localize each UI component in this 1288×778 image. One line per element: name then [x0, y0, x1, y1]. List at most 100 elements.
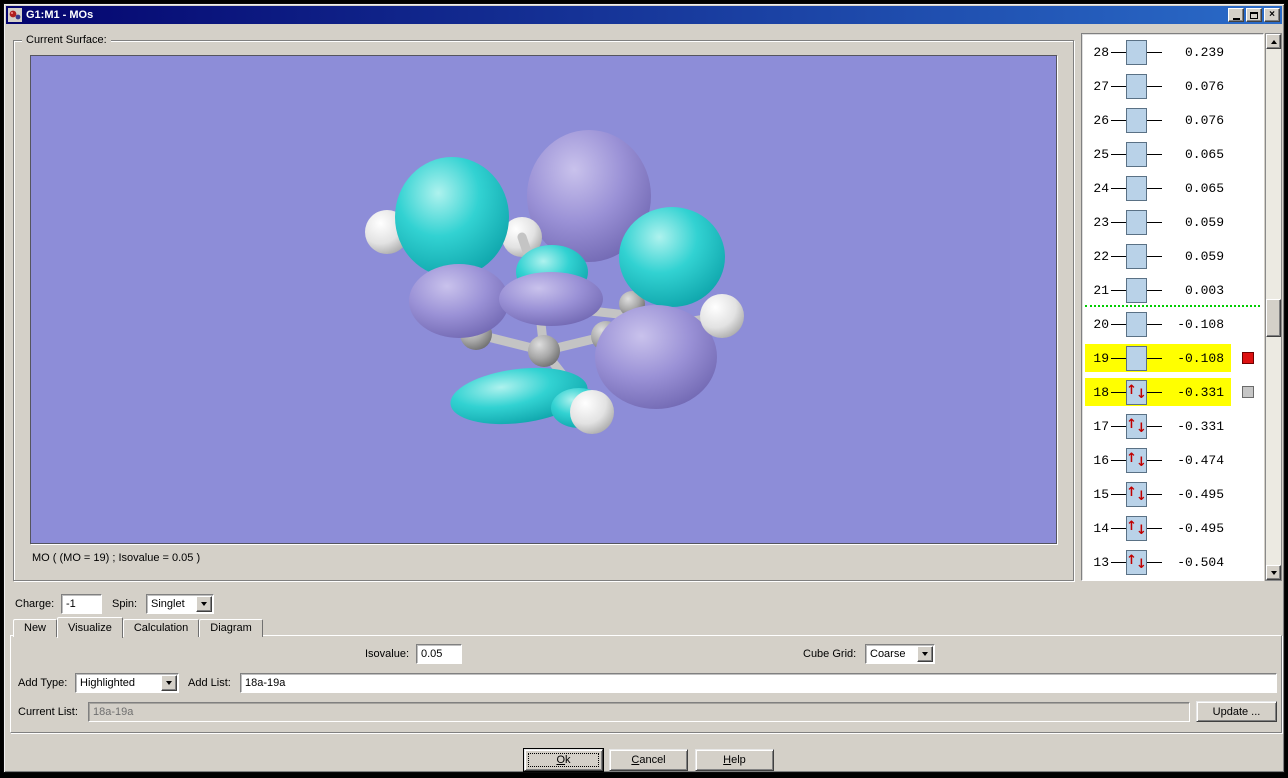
mo-orbital-box[interactable] — [1126, 73, 1147, 99]
app-window: G1:M1 - MOs × Current Surface: MO ((MO … — [3, 3, 1285, 773]
spin-select[interactable]: Singlet — [146, 594, 214, 614]
tab-visualize[interactable]: Visualize — [57, 617, 123, 638]
charge-label: Charge: — [15, 598, 55, 610]
mo-level-row-main: 17 ↑ ↓ -0.331 — [1085, 412, 1231, 440]
cube-grid-select[interactable]: Coarse — [865, 644, 935, 664]
mo-level-line — [1147, 51, 1162, 53]
mo-level-row[interactable]: 24 0.065 — [1083, 171, 1262, 205]
mo-orbital-box[interactable] — [1126, 175, 1147, 201]
mo-level-line — [1147, 425, 1162, 427]
window-content: Current Surface: MO ((MO = 19) ; Isoval… — [6, 24, 1282, 771]
charge-input[interactable] — [61, 594, 102, 614]
mo-level-row-main: 18 ↑ ↓ -0.331 — [1085, 378, 1231, 406]
mo-orbital-box[interactable] — [1126, 107, 1147, 133]
mo-level-row[interactable]: 14 ↑ ↓ -0.495 — [1083, 511, 1262, 545]
mo-orbital-box[interactable] — [1126, 39, 1147, 65]
mo-level-line — [1147, 289, 1162, 291]
mo-level-row-main: 21 0.003 — [1085, 276, 1231, 304]
help-button[interactable]: Help — [695, 749, 774, 771]
chevron-down-icon — [922, 652, 928, 656]
mo-level-row[interactable]: 21 0.003 — [1083, 273, 1262, 307]
cancel-button[interactable]: Cancel — [609, 749, 688, 771]
mo-level-row-main: 23 0.059 — [1085, 208, 1231, 236]
mo-orbital-box[interactable]: ↑ ↓ — [1126, 515, 1147, 541]
update-button-label: Update ... — [1212, 705, 1261, 718]
mo-orbital-box[interactable] — [1126, 311, 1147, 337]
mo-orbital-box[interactable]: ↑ ↓ — [1126, 413, 1147, 439]
mo-level-line — [1111, 323, 1126, 325]
mo-level-row[interactable]: 17 ↑ ↓ -0.331 — [1083, 409, 1262, 443]
mo-level-row[interactable]: 16 ↑ ↓ -0.474 — [1083, 443, 1262, 477]
mo-level-line — [1111, 357, 1126, 359]
maximize-icon — [1250, 11, 1258, 19]
scroll-up-button[interactable] — [1266, 34, 1281, 49]
current-list-label: Current List: — [18, 706, 78, 718]
mo-level-row[interactable]: 23 0.059 — [1083, 205, 1262, 239]
mo-orbital-box[interactable] — [1126, 141, 1147, 167]
add-list-label: Add List: — [188, 677, 231, 689]
mo-orbital-box[interactable]: ↑ ↓ — [1126, 379, 1147, 405]
mo-orbital-box[interactable]: ↑ ↓ — [1126, 447, 1147, 473]
mo-energy-value: -0.108 — [1177, 350, 1224, 366]
window-title: G1:M1 - MOs — [26, 9, 94, 21]
tab-diagram[interactable]: Diagram — [199, 619, 263, 637]
mo-number: 19 — [1093, 350, 1109, 366]
mo-energy-value: -0.108 — [1177, 316, 1224, 332]
mo-orbital-box[interactable] — [1126, 277, 1147, 303]
mo-level-line — [1147, 391, 1162, 393]
mo-level-diagram: 28 0.239 27 0.076 26 0.076 25 0.065 24 0… — [1081, 33, 1264, 581]
add-type-select[interactable]: Highlighted — [75, 673, 179, 693]
mo-number: 23 — [1093, 214, 1109, 230]
mo-level-row[interactable]: 18 ↑ ↓ -0.331 — [1083, 375, 1262, 409]
tab-new[interactable]: New — [13, 619, 58, 637]
mo-orbital-box[interactable] — [1126, 243, 1147, 269]
isovalue-input[interactable] — [416, 644, 462, 664]
mo-level-row-main: 20 -0.108 — [1085, 310, 1231, 338]
add-list-input[interactable] — [240, 673, 1277, 693]
mo-orbital-box[interactable] — [1126, 345, 1147, 371]
mo-level-row[interactable]: 19 -0.108 — [1083, 341, 1262, 375]
mo-number: 26 — [1093, 112, 1109, 128]
scroll-down-button[interactable] — [1266, 565, 1281, 580]
mo-energy-value: 0.065 — [1184, 146, 1224, 162]
mo-level-row[interactable]: 27 0.076 — [1083, 69, 1262, 103]
update-button[interactable]: Update ... — [1196, 701, 1277, 722]
mo-orbital-box[interactable] — [1126, 209, 1147, 235]
cube-grid-dropdown-button[interactable] — [917, 646, 933, 662]
ok-button[interactable]: Ok — [524, 749, 603, 771]
add-type-dropdown-button[interactable] — [161, 675, 177, 691]
close-button[interactable]: × — [1264, 8, 1280, 22]
mo-surface-viewport[interactable] — [30, 55, 1057, 544]
spin-dropdown-button[interactable] — [196, 596, 212, 612]
mo-level-row-main: 26 0.076 — [1085, 106, 1231, 134]
mo-level-row[interactable]: 26 0.076 — [1083, 103, 1262, 137]
maximize-button[interactable] — [1246, 8, 1262, 22]
spin-down-arrow: ↓ — [1136, 454, 1147, 470]
mo-energy-value: -0.495 — [1177, 486, 1224, 502]
minimize-button[interactable] — [1228, 8, 1244, 22]
mo-level-row[interactable]: 22 0.059 — [1083, 239, 1262, 273]
mo-level-row[interactable]: 28 0.239 — [1083, 35, 1262, 69]
mo-level-row-main: 27 0.076 — [1085, 72, 1231, 100]
mo-level-line — [1111, 153, 1126, 155]
mo-level-row-main: 24 0.065 — [1085, 174, 1231, 202]
mo-level-row[interactable]: 25 0.065 — [1083, 137, 1262, 171]
mo-number: 13 — [1093, 554, 1109, 570]
mo-level-line — [1111, 255, 1126, 257]
mo-level-line — [1147, 85, 1162, 87]
mo-level-line — [1111, 51, 1126, 53]
mo-level-row[interactable]: 15 ↑ ↓ -0.495 — [1083, 477, 1262, 511]
cube-grid-label: Cube Grid: — [803, 648, 857, 660]
mo-diagram-scrollbar[interactable] — [1265, 33, 1282, 581]
mo-selection-marker — [1242, 386, 1254, 398]
scrollbar-thumb[interactable] — [1266, 299, 1281, 337]
arrow-up-icon — [1270, 39, 1277, 44]
title-bar: G1:M1 - MOs × — [6, 6, 1282, 24]
mo-level-row[interactable]: 13 ↑ ↓ -0.504 — [1083, 545, 1262, 579]
tab-calculation[interactable]: Calculation — [122, 619, 200, 637]
mo-level-row[interactable]: 20 -0.108 — [1083, 307, 1262, 341]
mo-orbital-box[interactable]: ↑ ↓ — [1126, 549, 1147, 575]
mo-orbital-box[interactable]: ↑ ↓ — [1126, 481, 1147, 507]
mo-energy-value: -0.504 — [1177, 554, 1224, 570]
isovalue-label: Isovalue: — [365, 648, 410, 660]
